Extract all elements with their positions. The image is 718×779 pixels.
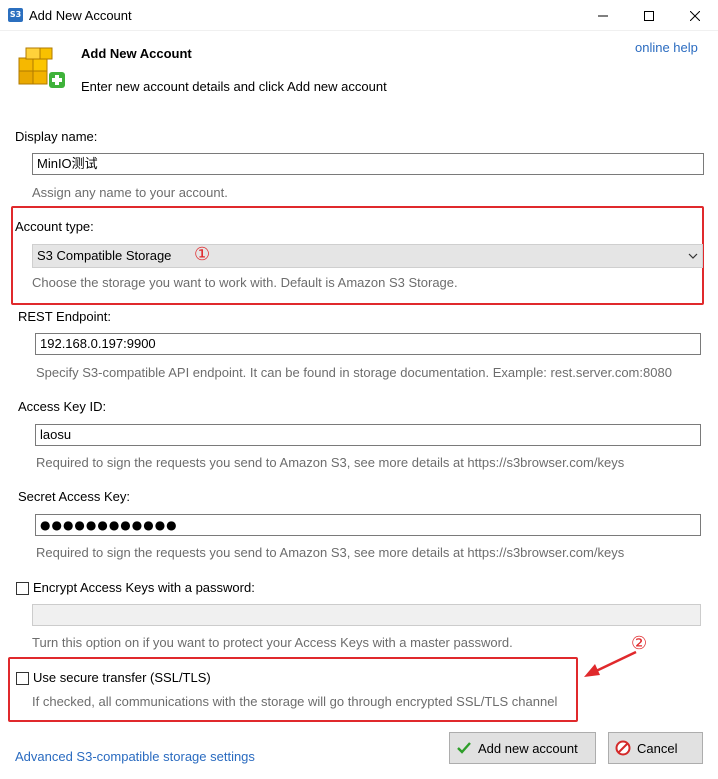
dialog-heading: Add New Account [81,46,192,61]
ssl-checkbox[interactable] [16,672,29,685]
close-button[interactable] [672,0,718,31]
secret-key-input[interactable]: ●●●●●●●●●●●● [35,514,701,536]
annotation-box-2 [8,657,578,722]
add-account-button[interactable]: Add new account [449,732,596,764]
display-name-input[interactable]: MinIO测试 [32,153,704,175]
dialog-subtitle: Enter new account details and click Add … [81,79,387,94]
account-type-label: Account type: [15,219,94,234]
cancel-icon [615,740,631,756]
encrypt-checkbox[interactable] [16,582,29,595]
annotation-arrow-icon [584,650,637,677]
cubes-add-icon [15,44,67,96]
account-type-hint: Choose the storage you want to work with… [32,275,458,290]
check-icon [456,740,472,756]
advanced-settings-link[interactable]: Advanced S3-compatible storage settings [15,749,255,764]
maximize-button[interactable] [626,0,672,31]
window-title: Add New Account [29,8,132,23]
rest-endpoint-input[interactable]: 192.168.0.197:9900 [35,333,701,355]
annotation-number-1: ① [194,244,211,265]
rest-endpoint-hint: Specify S3-compatible API endpoint. It c… [36,365,672,380]
rest-endpoint-label: REST Endpoint: [18,309,111,324]
title-bar: S3 Add New Account [0,0,718,31]
ssl-hint: If checked, all communications with the … [32,694,558,709]
master-password-input [32,604,701,626]
secret-key-label: Secret Access Key: [18,489,130,504]
app-icon: S3 [8,8,23,22]
access-key-hint: Required to sign the requests you send t… [36,455,625,470]
display-name-hint: Assign any name to your account. [32,185,228,200]
access-key-label: Access Key ID: [18,399,107,414]
account-type-select[interactable]: S3 Compatible Storage [32,244,703,268]
encrypt-hint: Turn this option on if you want to prote… [32,635,513,650]
maximize-icon [644,10,654,21]
secret-key-hint: Required to sign the requests you send t… [36,545,625,560]
cancel-label: Cancel [637,740,678,756]
minimize-icon [598,15,608,16]
cancel-button[interactable]: Cancel [608,732,703,764]
add-account-label: Add new account [478,740,578,756]
close-icon [690,10,700,21]
ssl-label: Use secure transfer (SSL/TLS) [33,670,211,685]
access-key-input[interactable]: laosu [35,424,701,446]
chevron-down-icon [688,245,698,276]
online-help-link[interactable]: online help [635,40,698,55]
encrypt-label: Encrypt Access Keys with a password: [33,580,255,595]
minimize-button[interactable] [580,0,626,31]
account-type-selected: S3 Compatible Storage [37,248,172,263]
display-name-label: Display name: [15,129,98,144]
